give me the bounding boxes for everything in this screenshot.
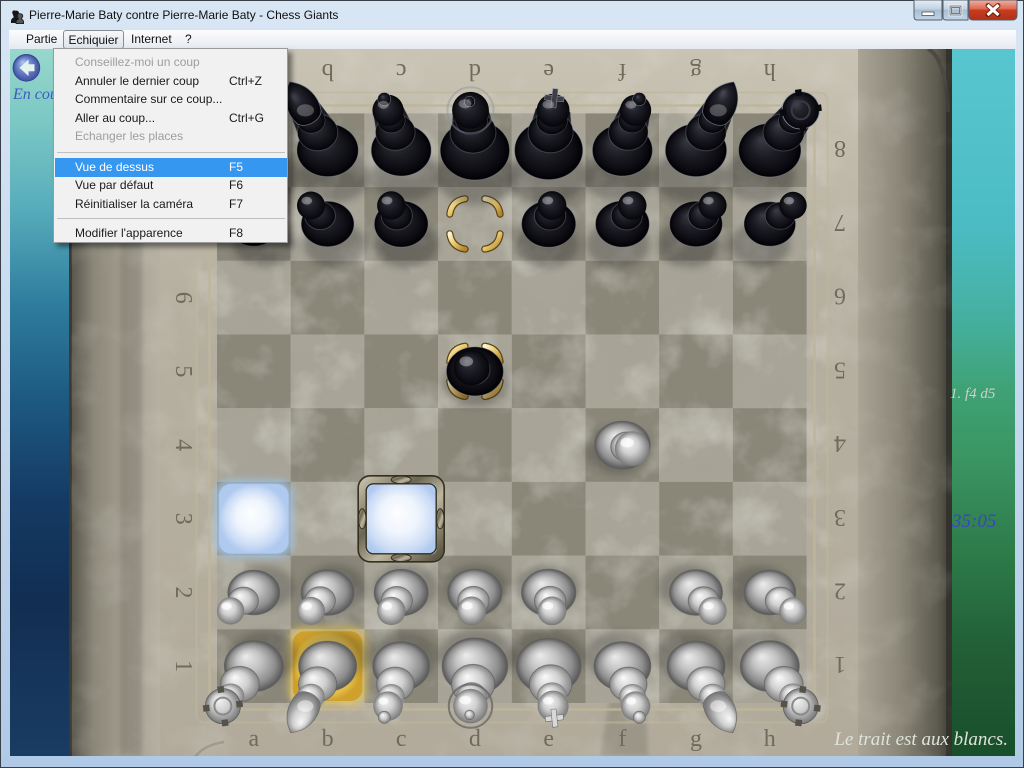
svg-text:d: d [469, 58, 481, 84]
svg-text:Le trait est aux blancs.: Le trait est aux blancs. [833, 729, 1008, 750]
svg-text:1: 1 [170, 660, 196, 672]
svg-text:3: 3 [834, 504, 846, 530]
svg-text:b: b [322, 58, 334, 84]
svg-text:4: 4 [170, 439, 196, 451]
svg-text:35:05: 35:05 [951, 511, 996, 532]
svg-text:3: 3 [170, 513, 196, 525]
svg-text:8: 8 [834, 135, 846, 161]
svg-text:5: 5 [834, 356, 846, 382]
svg-text:g: g [690, 726, 702, 752]
svg-text:b: b [322, 726, 334, 752]
svg-text:h: h [764, 726, 776, 752]
svg-text:f: f [618, 726, 626, 752]
svg-text:e: e [543, 726, 554, 752]
svg-text:h: h [764, 58, 776, 84]
svg-text:2: 2 [834, 578, 846, 604]
svg-text:7: 7 [834, 209, 846, 235]
svg-text:2: 2 [170, 587, 196, 599]
svg-text:4: 4 [834, 430, 846, 456]
svg-text:1. f4 d5: 1. f4 d5 [950, 386, 996, 402]
svg-text:6: 6 [170, 292, 196, 304]
svg-text:5: 5 [170, 365, 196, 377]
svg-text:c: c [396, 58, 407, 84]
svg-text:a: a [248, 726, 259, 752]
svg-text:c: c [396, 726, 407, 752]
svg-text:6: 6 [834, 283, 846, 309]
svg-text:e: e [543, 58, 554, 84]
svg-text:d: d [469, 726, 481, 752]
svg-text:g: g [690, 58, 702, 84]
svg-text:1: 1 [834, 651, 846, 677]
svg-text:f: f [618, 58, 626, 84]
